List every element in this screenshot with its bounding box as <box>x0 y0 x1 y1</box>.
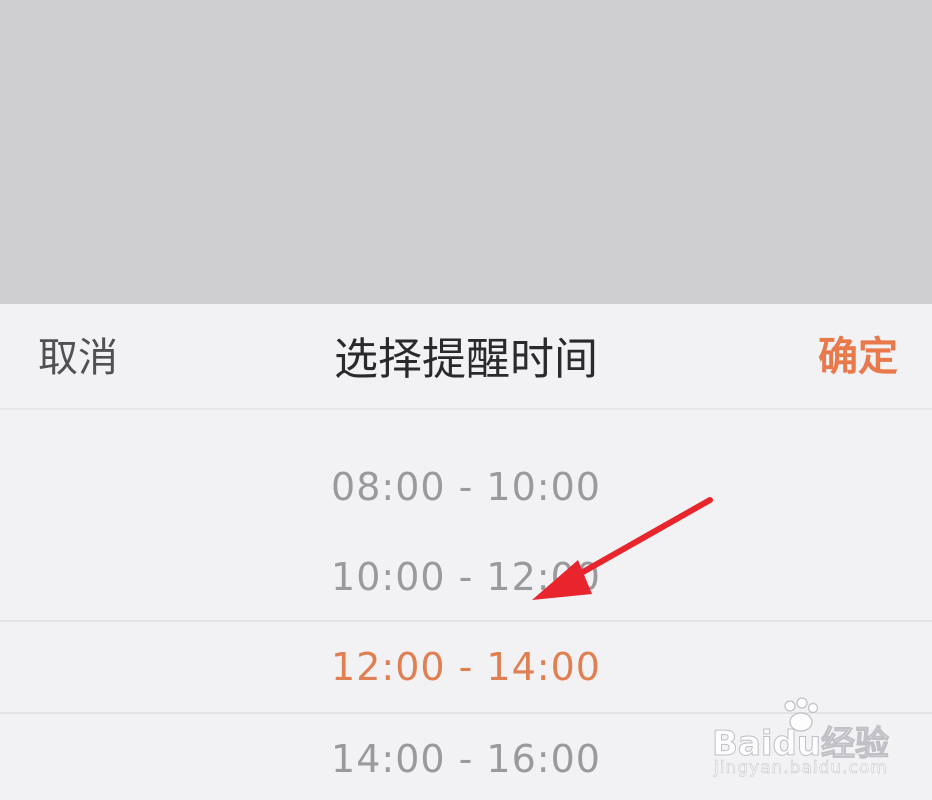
baidu-jingyan-watermark: Baidu经验 jingyan.baidu.com <box>711 696 892 786</box>
confirm-button[interactable]: 确定 <box>818 331 898 383</box>
watermark-url: jingyan.baidu.com <box>714 758 888 779</box>
red-arrow-icon <box>532 497 713 600</box>
sheet-header: 取消 选择提醒时间 确定 <box>0 304 932 410</box>
picker-option-0800-1000[interactable]: 08:00 - 10:00 <box>0 442 932 532</box>
modal-backdrop[interactable] <box>0 0 932 304</box>
sheet-title: 选择提醒时间 <box>334 334 598 385</box>
screen: 取消 选择提醒时间 确定 08:00 - 10:00 10:00 - 12:00… <box>0 0 932 800</box>
picker-option-1000-1200[interactable]: 10:00 - 12:00 <box>0 532 932 622</box>
